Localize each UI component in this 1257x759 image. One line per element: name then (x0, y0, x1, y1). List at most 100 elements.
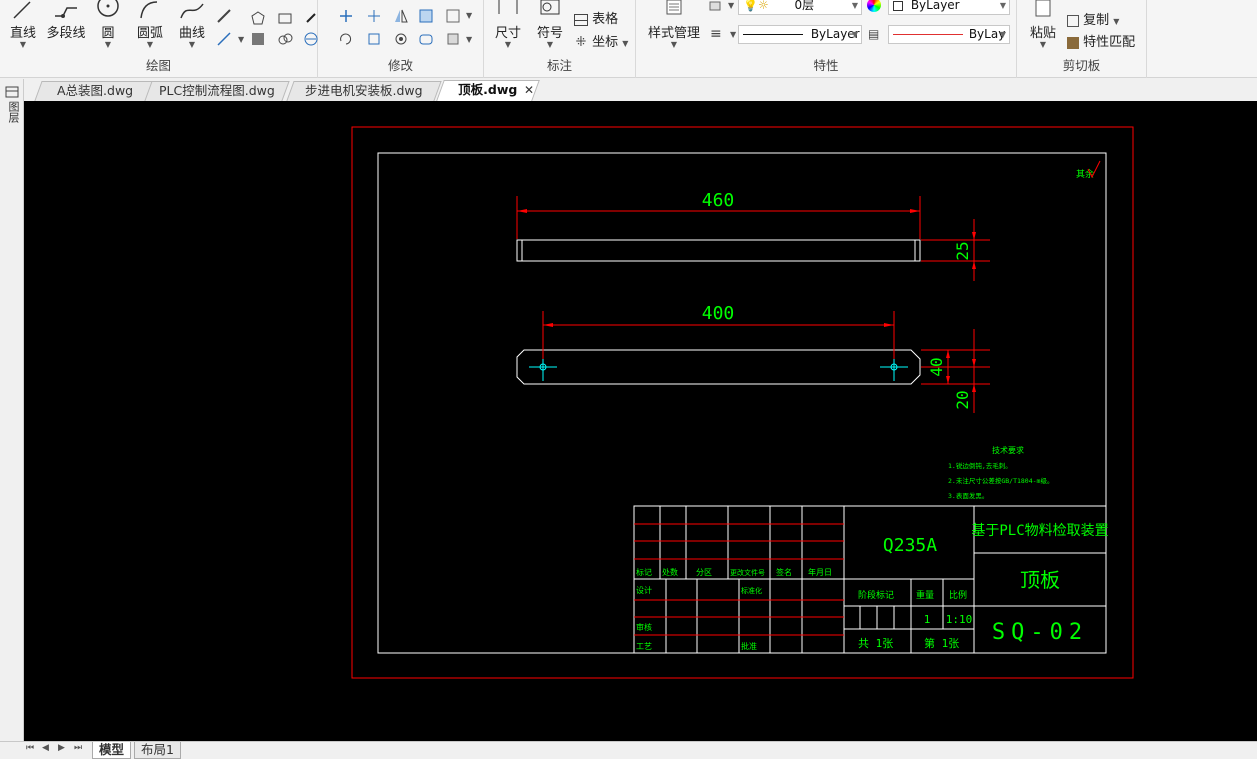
modify-group: ▼ ▼ 修改 (318, 0, 484, 78)
chevron-down-icon: ▼ (730, 30, 737, 39)
trim-icon[interactable] (366, 8, 382, 24)
ray-icon[interactable] (216, 31, 232, 47)
dimension-button[interactable]: 尺寸 ▼ (490, 0, 526, 49)
polyline-icon (55, 7, 77, 18)
properties-group: 样式管理 ▼ ▼ 💡☼ 0层 ▼ ByLayer ▼ ≡ ▼ ByLayer ▼… (636, 0, 1017, 78)
tech-req-line: 2.未注尺寸公差按GB/T1804-m级。 (948, 476, 1053, 485)
rotate-icon[interactable] (338, 31, 354, 47)
style-manager-button[interactable]: 样式管理 ▼ (642, 0, 706, 49)
fillet-icon[interactable] (418, 31, 434, 47)
close-icon[interactable]: ✕ (524, 83, 534, 97)
tech-req-line: 1.锐边倒钝,去毛刺。 (948, 461, 1012, 470)
row-review: 审核 (636, 622, 652, 632)
first-layout-icon[interactable]: ⏮ (26, 743, 34, 753)
sheets-total: 共 1张 (858, 637, 893, 650)
dim-text-25: 25 (953, 241, 972, 260)
rectangle-icon[interactable] (277, 10, 293, 26)
layer-panel-icon[interactable] (4, 85, 20, 99)
layer-combo-value: 0层 (794, 0, 815, 12)
file-tab[interactable]: A总装图.dwg (34, 81, 156, 101)
dimension-icon (498, 0, 518, 14)
paste-label: 粘贴 (1029, 26, 1056, 41)
file-tab[interactable]: PLC控制流程图.dwg (144, 81, 290, 101)
file-tab[interactable]: 步进电机安装板.dwg (286, 81, 442, 101)
mirror-icon[interactable] (393, 8, 409, 24)
copy-label: 复制 (1083, 13, 1110, 28)
explode-icon[interactable] (445, 8, 461, 24)
copy-button[interactable]: 复制 ▼ (1067, 9, 1119, 28)
arc-label: 圆弧 (136, 26, 163, 41)
dim-text-400: 400 (702, 303, 735, 324)
tech-req-line: 3.表面发黑。 (948, 491, 988, 500)
linetype-combo[interactable]: ByLayer ▼ (738, 25, 862, 44)
bulb-icon: 💡 (743, 0, 758, 12)
coordinate-button[interactable]: ⁜ 坐标 ▼ (574, 31, 629, 50)
part-top-view[interactable] (516, 239, 921, 262)
paste-icon (1035, 0, 1051, 17)
roughness-mark-text: 其余 (1076, 168, 1094, 180)
point-icon[interactable] (303, 10, 319, 26)
hatch-icon[interactable] (250, 31, 266, 47)
color-wheel-icon[interactable] (867, 0, 881, 12)
chevron-down-icon: ▼ (1113, 17, 1120, 26)
chevron-down-icon: ▼ (670, 40, 678, 49)
style-manager-label: 样式管理 (647, 26, 700, 41)
layer-combo[interactable]: 💡☼ 0层 ▼ (738, 0, 862, 15)
table-icon (574, 13, 588, 26)
construction-line-icon[interactable] (216, 8, 232, 24)
chevron-down-icon: ▼ (851, 30, 858, 39)
symbol-icon (540, 0, 560, 15)
match-properties-label: 特性匹配 (1083, 35, 1136, 50)
chevron-down-icon: ▼ (1039, 40, 1047, 49)
chevron-down-icon: ▼ (466, 35, 473, 44)
last-layout-icon[interactable]: ⏭ (74, 743, 82, 753)
modify-group-label: 修改 (387, 58, 413, 73)
array-icon[interactable] (418, 8, 434, 24)
layer-panel-label[interactable]: 图层 (5, 101, 20, 123)
drawing-canvas[interactable]: 其余 460 25 400 40 20 技术要求 1.锐边倒钝,去毛刺。 2.未… (24, 101, 1257, 741)
move-icon[interactable] (338, 8, 354, 24)
symbol-button[interactable]: 符号 ▼ (532, 0, 568, 49)
drawing-frame (377, 152, 1107, 654)
scale-icon[interactable] (366, 31, 382, 47)
row-design: 设计 (636, 585, 652, 595)
layout-tab-layout1[interactable]: 布局1 (134, 742, 181, 759)
line-button[interactable]: 直线 ▼ (6, 0, 40, 49)
clipboard-group: 粘贴 ▼ 复制 ▼ 特性匹配 剪切板 (1017, 0, 1147, 78)
region-icon[interactable] (277, 31, 293, 47)
next-layout-icon[interactable]: ▶ (58, 743, 65, 753)
offset-icon[interactable] (393, 31, 409, 47)
polyline-button[interactable]: 多段线 (44, 0, 88, 41)
color-combo[interactable]: ByLayer ▼ (888, 0, 1010, 15)
part-name: 顶板 (1020, 568, 1060, 592)
arc-button[interactable]: 圆弧 ▼ (132, 0, 168, 49)
table-button[interactable]: 表格 (574, 8, 618, 27)
row-process: 工艺 (636, 642, 652, 651)
prev-layout-icon[interactable]: ◀ (42, 743, 49, 753)
style-manager-icon (666, 0, 682, 15)
dim-text-40: 40 (927, 357, 946, 376)
part-front-view[interactable] (516, 349, 921, 385)
lineweight-combo[interactable]: ByLay ▼ (888, 25, 1010, 44)
rev-header: 更改文件号 (730, 568, 765, 577)
lineweight-icon[interactable]: ▤ (868, 27, 879, 41)
annotate-group-label: 标注 (546, 58, 572, 73)
circle-button[interactable]: 圆 ▼ (92, 0, 124, 49)
stage-mark-label: 阶段标记 (858, 589, 894, 601)
layout-tab-model[interactable]: 模型 (92, 742, 132, 759)
match-properties-button[interactable]: 特性匹配 (1067, 31, 1135, 50)
draw-group: 直线 ▼ 多段线 圆 ▼ 圆弧 ▼ 曲线 ▼ ▼ 绘图 (0, 0, 318, 78)
curve-button[interactable]: 曲线 ▼ (174, 0, 210, 49)
polygon-icon[interactable] (250, 10, 266, 26)
layer-states-icon[interactable] (708, 0, 724, 16)
color-swatch (893, 0, 903, 11)
erase-icon[interactable] (445, 31, 461, 47)
drawing-svg: 其余 460 25 400 40 20 技术要求 1.锐边倒钝,去毛刺。 2.未… (351, 126, 1134, 679)
linetype-preview (743, 34, 803, 35)
linetype-list-icon[interactable]: ≡ (710, 26, 722, 42)
weight-label: 重量 (916, 589, 934, 601)
paste-button[interactable]: 粘贴 ▼ (1025, 0, 1061, 49)
spline-icon (180, 3, 204, 19)
boundary-icon[interactable] (303, 31, 319, 47)
dim-text-460: 460 (702, 190, 735, 211)
